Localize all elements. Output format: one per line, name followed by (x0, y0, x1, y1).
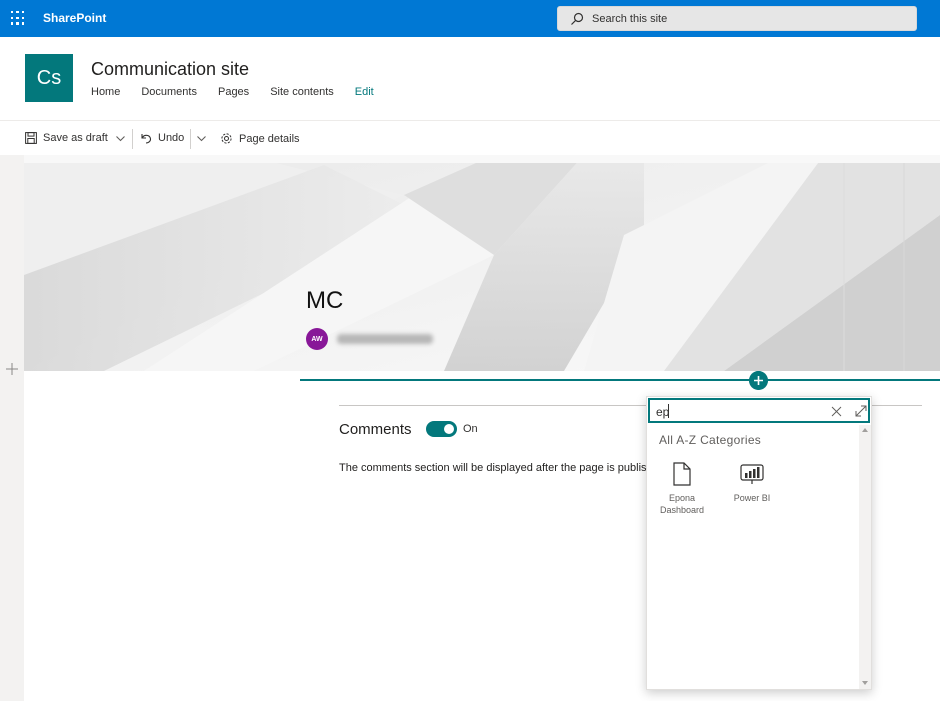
clear-search-icon[interactable] (831, 406, 842, 417)
scroll-up-icon[interactable] (862, 428, 868, 432)
nav-pages[interactable]: Pages (218, 86, 249, 98)
search-placeholder: Search this site (592, 13, 668, 25)
web-part-power-bi[interactable]: Power BI (722, 464, 782, 504)
web-part-label: Epona Dashboard (659, 493, 705, 515)
site-logo[interactable]: Cs (25, 54, 73, 102)
canvas-left-rail (0, 155, 24, 701)
add-section-icon[interactable] (6, 363, 18, 375)
undo-icon (141, 134, 152, 144)
toolbox-search-input[interactable]: ep (648, 398, 870, 423)
author-name-blurred (337, 334, 433, 344)
toolbox-scrollbar[interactable] (859, 425, 871, 689)
page-icon (673, 462, 691, 486)
command-bar: Save as draft Undo Page details (0, 120, 940, 155)
section-divider (300, 379, 940, 381)
search-box[interactable]: Search this site (557, 6, 917, 31)
chevron-down-icon[interactable] (196, 133, 207, 144)
nav-documents[interactable]: Documents (141, 86, 197, 98)
comments-note: The comments section will be displayed a… (339, 462, 647, 474)
suite-bar: SharePoint Search this site (0, 0, 940, 37)
search-icon (571, 12, 584, 25)
save-as-draft-label: Save as draft (43, 132, 108, 144)
power-bi-icon (740, 464, 764, 484)
hero-banner[interactable] (24, 155, 940, 371)
site-title[interactable]: Communication site (91, 59, 249, 80)
expand-toolbox-icon[interactable] (855, 405, 867, 417)
toolbox-category-heading: All A-Z Categories (659, 433, 762, 447)
app-launcher-icon[interactable] (11, 11, 25, 25)
nav-site-contents[interactable]: Site contents (270, 86, 334, 98)
nav-home[interactable]: Home (91, 86, 120, 98)
app-name[interactable]: SharePoint (43, 11, 106, 25)
chevron-down-icon[interactable] (115, 133, 126, 144)
separator (190, 129, 191, 149)
save-as-draft-button[interactable]: Save as draft (25, 132, 108, 144)
separator (132, 129, 133, 149)
author-avatar: AW (306, 328, 328, 350)
nav-edit[interactable]: Edit (355, 86, 374, 98)
site-navigation: Home Documents Pages Site contents Edit (91, 86, 395, 98)
save-icon (25, 132, 37, 144)
web-part-epona-dashboard[interactable]: Epona Dashboard (652, 462, 712, 516)
comments-heading: Comments (339, 421, 412, 438)
page-details-button[interactable]: Page details (220, 132, 300, 145)
web-part-label: Power BI (733, 493, 771, 503)
add-web-part-button[interactable] (749, 371, 768, 390)
scroll-down-icon[interactable] (862, 681, 868, 685)
gear-icon (221, 133, 232, 144)
undo-button[interactable]: Undo (140, 132, 184, 144)
web-part-toolbox: ep All A-Z Categories Epona Dashboard Po (646, 396, 872, 690)
hero-background-image (24, 155, 940, 371)
comments-toggle[interactable] (426, 421, 457, 437)
text-caret (668, 404, 669, 418)
comments-toggle-state: On (463, 423, 478, 435)
undo-label: Undo (158, 132, 185, 144)
page-details-label: Page details (239, 132, 300, 145)
page-title[interactable]: MC (306, 287, 343, 315)
